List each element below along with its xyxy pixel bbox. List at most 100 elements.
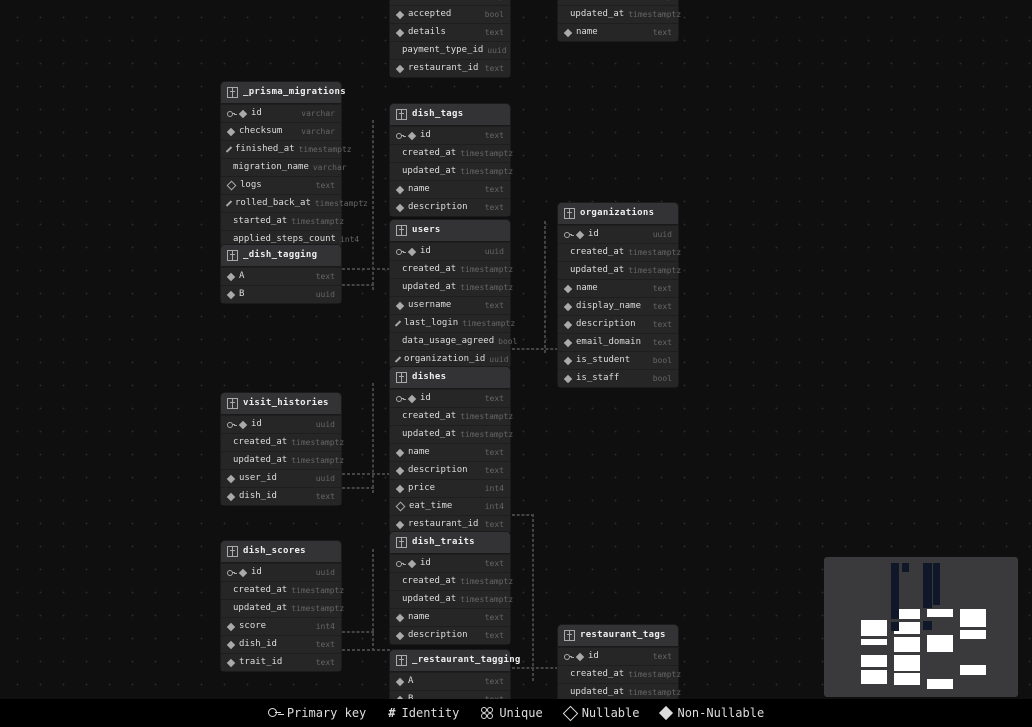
table-row[interactable]: idvarchar — [221, 104, 341, 122]
table-row[interactable]: dish_idtext — [221, 635, 341, 653]
table-row[interactable]: iduuid — [390, 242, 510, 260]
table-top_tail[interactable]: created_attimestamptzupdated_attimestamp… — [558, 0, 678, 41]
table-header[interactable]: organizations — [558, 203, 678, 225]
table-row[interactable]: restaurant_idtext — [390, 515, 510, 533]
table-row[interactable]: descriptiontext — [390, 626, 510, 644]
table-header[interactable]: restaurant_tags — [558, 625, 678, 647]
column-name: updated_at — [570, 688, 624, 697]
table-row[interactable]: nametext — [390, 443, 510, 461]
table-row[interactable]: rolled_back_attimestamptz — [221, 194, 341, 212]
table-header[interactable]: _dish_tagging — [221, 245, 341, 267]
table-header[interactable]: _prisma_migrations — [221, 82, 341, 104]
table-row[interactable]: updated_attimestamptz — [558, 261, 678, 279]
table-dish_scores[interactable]: dish_scoresiduuidcreated_attimestamptzup… — [221, 541, 341, 671]
table-header[interactable]: users — [390, 220, 510, 242]
table-row[interactable]: finished_attimestamptz — [221, 140, 341, 158]
column-type: text — [316, 659, 335, 667]
table-row[interactable]: created_attimestamptz — [221, 433, 341, 451]
table-header[interactable]: dish_scores — [221, 541, 341, 563]
table-header[interactable]: visit_histories — [221, 393, 341, 415]
column-type: bool — [653, 357, 672, 365]
table-row[interactable]: iduuid — [221, 563, 341, 581]
table-row[interactable]: updated_attimestamptz — [221, 451, 341, 469]
table-row[interactable]: checksumvarchar — [221, 122, 341, 140]
table-row[interactable]: detailstext — [390, 23, 510, 41]
table-restaurant_tags[interactable]: restaurant_tagsidtextcreated_attimestamp… — [558, 625, 678, 701]
table-row[interactable]: descriptiontext — [558, 315, 678, 333]
table-row[interactable]: nametext — [558, 279, 678, 297]
non-nullable-icon — [564, 28, 572, 36]
table-row[interactable]: iduuid — [221, 415, 341, 433]
table-row[interactable]: updated_attimestamptz — [390, 425, 510, 443]
table-row[interactable]: email_domaintext — [558, 333, 678, 351]
table-orders_tail[interactable]: updated_attimestamptzacceptedbooldetails… — [390, 0, 510, 77]
table-row[interactable]: created_attimestamptz — [390, 260, 510, 278]
table-row[interactable]: is_studentbool — [558, 351, 678, 369]
table-dish_tagging[interactable]: _dish_taggingAtextBuuid — [221, 245, 341, 303]
table-row[interactable]: is_staffbool — [558, 369, 678, 387]
table-row[interactable]: descriptiontext — [390, 461, 510, 479]
table-row[interactable]: nametext — [558, 23, 678, 41]
table-row[interactable]: logstext — [221, 176, 341, 194]
table-row[interactable]: descriptiontext — [390, 198, 510, 216]
table-header[interactable]: dishes — [390, 367, 510, 389]
table-row[interactable]: migration_namevarchar — [221, 158, 341, 176]
table-row[interactable]: updated_attimestamptz — [390, 162, 510, 180]
table-row[interactable]: updated_attimestamptz — [390, 278, 510, 296]
table-dishes[interactable]: dishesidtextcreated_attimestamptzupdated… — [390, 367, 510, 533]
table-prisma[interactable]: _prisma_migrationsidvarcharchecksumvarch… — [221, 82, 341, 248]
table-row[interactable]: updated_attimestamptz — [221, 599, 341, 617]
table-row[interactable]: Atext — [221, 267, 341, 285]
table-row[interactable]: started_attimestamptz — [221, 212, 341, 230]
table-row[interactable]: created_attimestamptz — [558, 665, 678, 683]
table-row[interactable]: created_attimestamptz — [390, 144, 510, 162]
table-row[interactable]: Buuid — [221, 285, 341, 303]
table-row[interactable]: payment_type_iduuid — [390, 41, 510, 59]
table-header[interactable]: dish_traits — [390, 532, 510, 554]
table-row[interactable]: idtext — [390, 389, 510, 407]
column-name: updated_at — [402, 167, 456, 176]
table-visit_histories[interactable]: visit_historiesiduuidcreated_attimestamp… — [221, 393, 341, 505]
table-row[interactable]: iduuid — [558, 225, 678, 243]
column-name: user_id — [239, 474, 312, 483]
table-header[interactable]: dish_tags — [390, 104, 510, 126]
column-type: timestamptz — [460, 413, 513, 421]
table-row[interactable]: nametext — [390, 180, 510, 198]
table-row[interactable]: idtext — [558, 647, 678, 665]
table-dish_tags[interactable]: dish_tagsidtextcreated_attimestamptzupda… — [390, 104, 510, 216]
table-row[interactable]: created_attimestamptz — [221, 581, 341, 599]
table-row[interactable]: scoreint4 — [221, 617, 341, 635]
table-row[interactable]: idtext — [390, 554, 510, 572]
table-row[interactable]: trait_idtext — [221, 653, 341, 671]
table-row[interactable]: eat_timeint4 — [390, 497, 510, 515]
table-row[interactable]: usernametext — [390, 296, 510, 314]
column-type: uuid — [316, 569, 335, 577]
table-row[interactable]: organization_iduuid — [390, 350, 510, 368]
column-type: text — [485, 132, 504, 140]
table-row[interactable]: acceptedbool — [390, 5, 510, 23]
table-row[interactable]: created_attimestamptz — [390, 572, 510, 590]
table-title: _restaurant_tagging — [412, 656, 521, 665]
table-users[interactable]: usersiduuidcreated_attimestamptzupdated_… — [390, 220, 510, 368]
table-row[interactable]: last_logintimestamptz — [390, 314, 510, 332]
non-nullable-icon — [563, 250, 567, 254]
table-organizations[interactable]: organizationsiduuidcreated_attimestamptz… — [558, 203, 678, 387]
table-row[interactable]: Atext — [390, 672, 510, 690]
table-row[interactable]: nametext — [390, 608, 510, 626]
table-row[interactable]: created_attimestamptz — [390, 407, 510, 425]
table-row[interactable]: dish_idtext — [221, 487, 341, 505]
table-row[interactable]: restaurant_idtext — [390, 59, 510, 77]
table-row[interactable]: updated_attimestamptz — [558, 5, 678, 23]
table-row[interactable]: display_nametext — [558, 297, 678, 315]
table-row[interactable]: data_usage_agreedbool — [390, 332, 510, 350]
table-row[interactable]: priceint4 — [390, 479, 510, 497]
erd-canvas[interactable]: _prisma_migrationsidvarcharchecksumvarch… — [0, 0, 1032, 727]
table-row[interactable]: idtext — [390, 126, 510, 144]
minimap[interactable] — [824, 557, 1018, 697]
table-row[interactable]: user_iduuid — [221, 469, 341, 487]
table-row[interactable]: created_attimestamptz — [558, 243, 678, 261]
table-dish_traits[interactable]: dish_traitsidtextcreated_attimestamptzup… — [390, 532, 510, 644]
table-row[interactable]: updated_attimestamptz — [390, 590, 510, 608]
table-header[interactable]: _restaurant_tagging — [390, 650, 510, 672]
non-nullable-icon — [227, 474, 235, 482]
